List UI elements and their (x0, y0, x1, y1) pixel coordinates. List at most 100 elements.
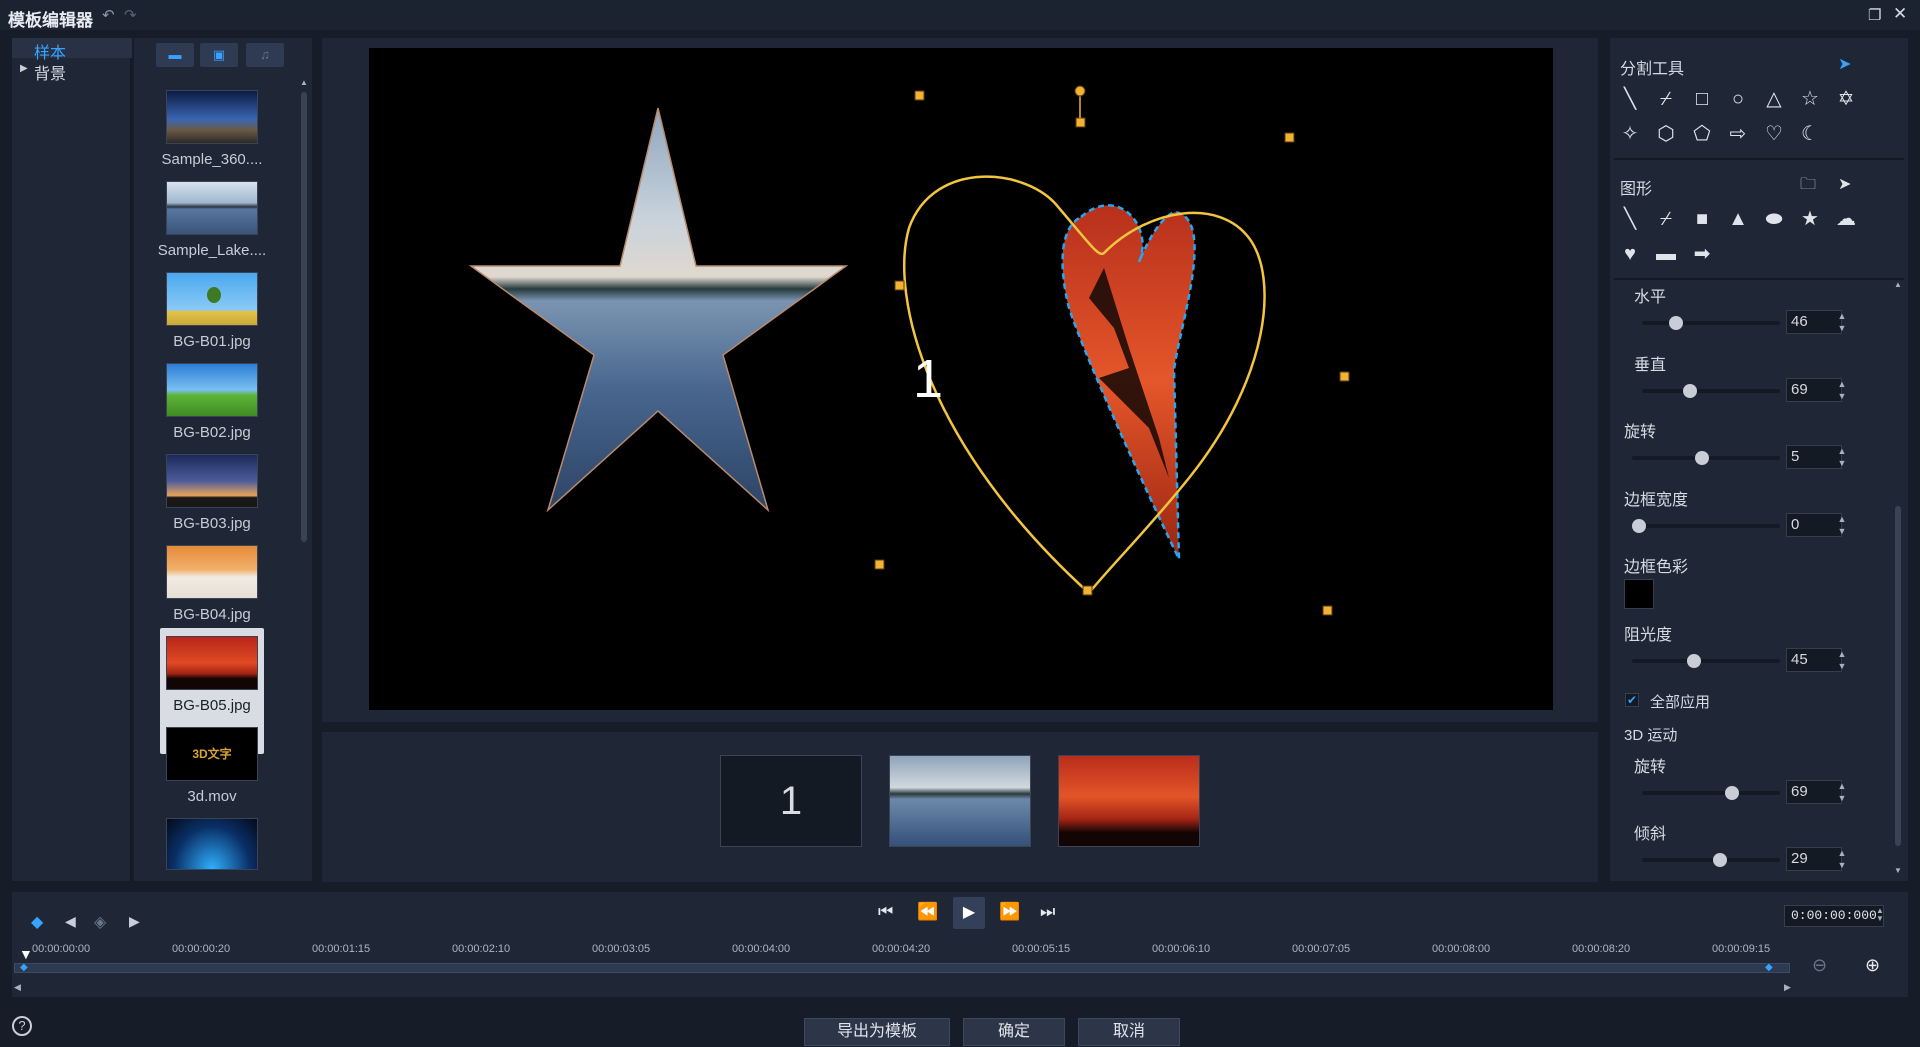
shape-ellipse-icon[interactable]: ⬬ (1760, 205, 1788, 233)
next-keyframe-icon[interactable]: ▶ (129, 913, 140, 930)
line-tool-icon[interactable]: ╲ (1616, 85, 1644, 113)
prev-keyframe-icon[interactable]: ◀ (65, 913, 76, 930)
vertical-slider[interactable] (1642, 384, 1780, 398)
ellipse-tool-icon[interactable]: ○ (1724, 85, 1752, 113)
hexagon-tool-icon[interactable]: ⬡ (1652, 120, 1680, 148)
rotate-3d-value[interactable]: 69 (1786, 780, 1842, 804)
opacity-value[interactable]: 45 (1786, 648, 1842, 672)
slider-knob[interactable] (1695, 451, 1709, 465)
add-keyframe-icon[interactable]: ◆ (31, 912, 43, 932)
rotate-value[interactable]: 5 (1786, 445, 1842, 469)
vertical-value[interactable]: 69 (1786, 378, 1842, 402)
film-item-text[interactable]: 1 (720, 755, 862, 847)
vertical-spinner[interactable]: ▲ ▼ (1835, 378, 1849, 402)
arrow-tool-icon[interactable]: ⇨ (1724, 120, 1752, 148)
rotate-slider[interactable] (1632, 451, 1780, 465)
scroll-left-icon[interactable]: ◀ (14, 982, 21, 993)
library-thumb-bg-b05[interactable] (166, 636, 258, 690)
pentagon-tool-icon[interactable]: ⬠ (1688, 120, 1716, 148)
opacity-slider[interactable] (1632, 654, 1780, 668)
tilt-3d-value[interactable]: 29 (1786, 847, 1842, 871)
restore-window-icon[interactable]: ❐ (1868, 6, 1881, 24)
zoom-in-icon[interactable]: ⊕ (1865, 955, 1880, 976)
scroll-right-icon[interactable]: ▶ (1784, 982, 1791, 993)
library-scrollbar[interactable]: ▲ ▼ (300, 78, 308, 921)
rotate-spinner[interactable]: ▲ ▼ (1835, 445, 1849, 469)
horizontal-value[interactable]: 46 (1786, 310, 1842, 334)
text-object-one[interactable]: 1 (913, 348, 943, 410)
shape-heart-icon[interactable]: ♥ (1616, 240, 1644, 268)
slider-knob[interactable] (1713, 853, 1727, 867)
expand-arrow-icon[interactable]: ▶ (20, 63, 28, 74)
border-width-value[interactable]: 0 (1786, 513, 1842, 537)
step-forward-icon[interactable]: ⏩ (999, 902, 1020, 922)
slider-knob[interactable] (1687, 654, 1701, 668)
rotate-3d-slider[interactable] (1642, 786, 1780, 800)
play-button[interactable]: ▶ (953, 897, 985, 929)
moon-tool-icon[interactable]: ☾ (1796, 120, 1824, 148)
shape-triangle-icon[interactable]: ▲ (1724, 205, 1752, 233)
border-color-swatch[interactable] (1624, 579, 1654, 609)
preview-canvas[interactable]: 1 (369, 48, 1553, 710)
four-star-tool-icon[interactable]: ✧ (1616, 120, 1644, 148)
redo-icon[interactable]: ↷ (124, 6, 137, 24)
timecode-field[interactable]: 0:00:00:000 (1784, 905, 1884, 927)
apply-all-checkbox[interactable]: ✔ (1625, 693, 1639, 707)
tilt-3d-spinner[interactable]: ▲ ▼ (1835, 847, 1849, 871)
library-thumb-bg-b02[interactable] (166, 363, 258, 417)
category-background[interactable]: 背景 (34, 60, 66, 84)
library-thumb-sample-360[interactable] (166, 90, 258, 144)
polyline-tool-icon[interactable]: ⌿ (1652, 85, 1680, 113)
split-pointer-icon[interactable]: ➤ (1838, 54, 1851, 74)
star-mask-shape[interactable] (468, 107, 849, 513)
shape-callout-icon[interactable]: ▬ (1652, 240, 1680, 268)
library-thumb-bg-b01[interactable] (166, 272, 258, 326)
slider-knob[interactable] (1725, 786, 1739, 800)
undo-icon[interactable]: ↶ (102, 6, 115, 24)
ok-button[interactable]: 确定 (963, 1018, 1065, 1046)
film-item-lake[interactable] (889, 755, 1031, 847)
library-thumb-3d-mov[interactable]: 3D文字 (166, 727, 258, 781)
shape-pointer-icon[interactable]: ➤ (1838, 174, 1851, 194)
zoom-out-icon[interactable]: ⊖ (1812, 955, 1827, 976)
scrollbar-thumb[interactable] (1895, 506, 1901, 846)
go-to-start-icon[interactable]: ⏮ (878, 902, 893, 922)
tab-audio-library[interactable]: ♫ (246, 43, 284, 67)
tab-video-library[interactable]: ▬ (156, 43, 194, 67)
add-folder-icon[interactable]: 🗀 (1800, 173, 1816, 200)
scrollbar-thumb[interactable] (301, 92, 307, 542)
film-item-sunset[interactable] (1058, 755, 1200, 847)
properties-scrollbar[interactable]: ▲ ▼ (1894, 280, 1902, 876)
help-button[interactable]: ? (12, 1016, 32, 1036)
shape-rectangle-icon[interactable]: ■ (1688, 205, 1716, 233)
opacity-spinner[interactable]: ▲ ▼ (1835, 648, 1849, 672)
remove-keyframe-icon[interactable]: ◈ (94, 912, 106, 932)
rectangle-tool-icon[interactable]: □ (1688, 85, 1716, 113)
go-to-end-icon[interactable]: ⏭ (1040, 902, 1055, 922)
library-thumb-bg-b03[interactable] (166, 454, 258, 508)
library-thumb-blue[interactable] (166, 818, 258, 870)
cancel-button[interactable]: 取消 (1078, 1018, 1180, 1046)
border-width-slider[interactable] (1632, 519, 1780, 533)
heart-selection-outline[interactable] (903, 175, 1266, 595)
playhead-marker-icon[interactable]: ▼ (19, 946, 33, 962)
timeline-track[interactable] (14, 963, 1790, 973)
keyframe-end-icon[interactable]: ◆ (1765, 962, 1773, 973)
export-template-button[interactable]: 导出为模板 (804, 1018, 950, 1046)
close-icon[interactable]: ✕ (1893, 4, 1907, 24)
scroll-down-icon[interactable]: ▼ (1894, 866, 1902, 875)
shape-cloud-icon[interactable]: ☁ (1832, 205, 1860, 233)
library-thumb-sample-lake[interactable] (166, 181, 258, 235)
star-tool-icon[interactable]: ☆ (1796, 85, 1824, 113)
library-thumb-bg-b04[interactable] (166, 545, 258, 599)
shape-line-icon[interactable]: ╲ (1616, 205, 1644, 233)
six-star-tool-icon[interactable]: ✡ (1832, 85, 1860, 113)
shape-polyline-icon[interactable]: ⌿ (1652, 205, 1680, 233)
horizontal-slider[interactable] (1642, 316, 1780, 330)
horizontal-spinner[interactable]: ▲ ▼ (1835, 310, 1849, 334)
slider-knob[interactable] (1683, 384, 1697, 398)
scroll-up-icon[interactable]: ▲ (1894, 280, 1902, 289)
timecode-spinner[interactable]: ▲ ▼ (1876, 907, 1884, 923)
slider-knob[interactable] (1669, 316, 1683, 330)
shape-arrow-icon[interactable]: ➡ (1688, 240, 1716, 268)
